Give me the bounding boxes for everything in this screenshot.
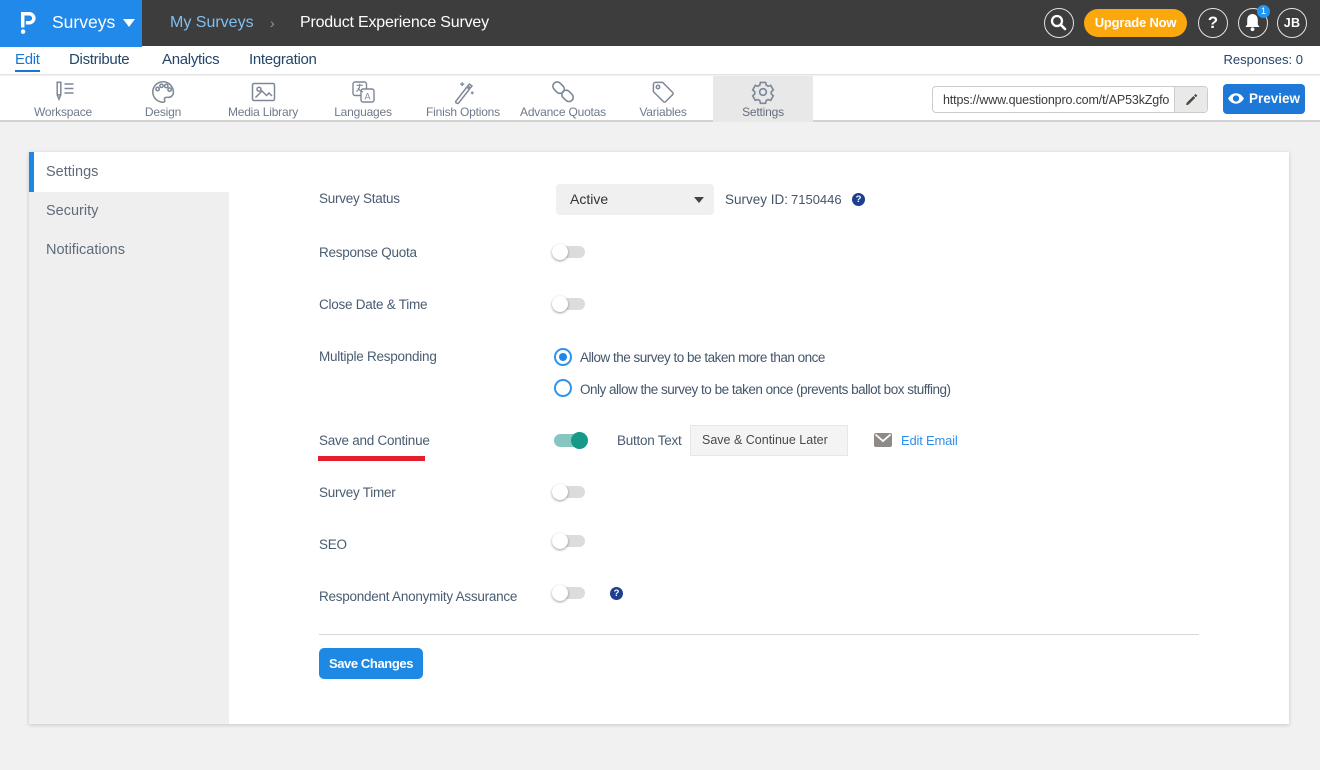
svg-text:A: A	[364, 91, 370, 101]
